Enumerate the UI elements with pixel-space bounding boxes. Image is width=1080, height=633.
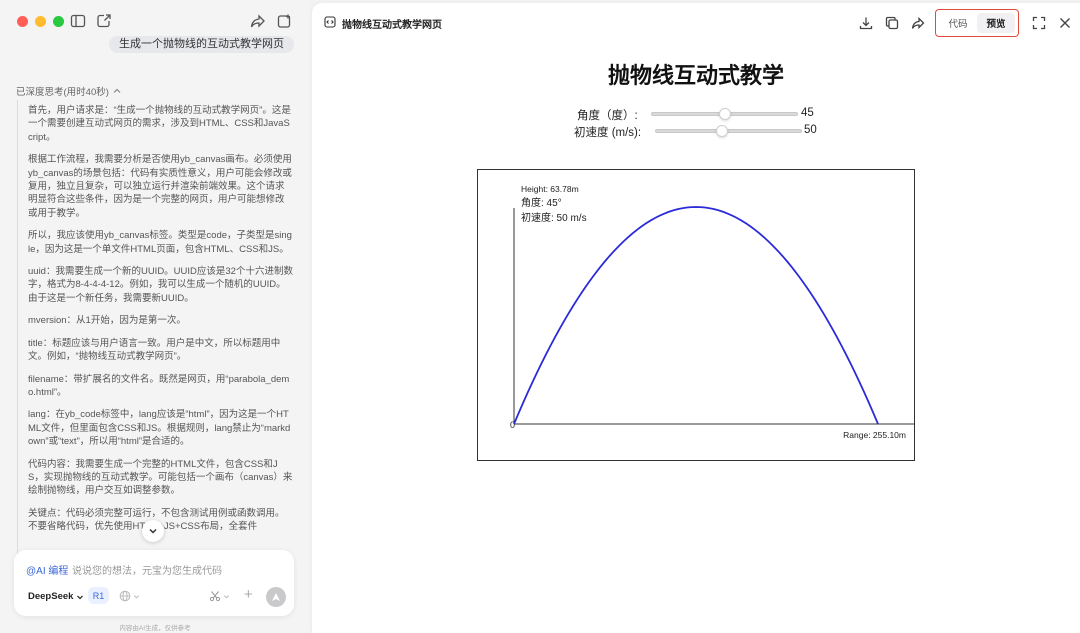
thinking-paragraph: title：标题应该与用户语言一致。用户是中文，所以标题用中文。例如，“抛物线互… xyxy=(28,337,281,363)
chevron-down-icon xyxy=(77,595,84,599)
page-title: 抛物线互动式教学 xyxy=(607,63,784,88)
chevron-up-icon xyxy=(113,88,121,93)
scissors-icon xyxy=(209,591,221,602)
model-name: DeepSeek xyxy=(28,591,74,602)
ai-coding-tag[interactable]: @AI 编程 xyxy=(26,562,68,577)
angle-readout: 角度: 45° xyxy=(521,196,562,209)
speed-control: 初速度 (m/s): 50 xyxy=(312,124,1080,139)
chevron-down-icon xyxy=(149,528,157,534)
preview-panel: 抛物线互动式教学网页 代码 预览 抛物线互动式教学 角度（度）: 45 初速度 … xyxy=(312,3,1080,633)
send-icon xyxy=(272,593,280,601)
user-message-bubble: 生成一个抛物线的互动式教学网页 xyxy=(109,36,294,53)
range-readout: Range: 255.10m xyxy=(843,430,906,440)
deep-think-toggle[interactable]: R1 xyxy=(88,587,109,604)
download-icon[interactable] xyxy=(859,16,873,30)
thinking-paragraph: 根据工作流程，我需要分析是否使用yb_canvas画布。必须使用yb_canva… xyxy=(28,154,292,219)
height-readout: Height: 63.78m xyxy=(521,184,579,194)
thinking-header-text: 已深度思考(用时40秒) xyxy=(16,87,109,98)
thinking-paragraph: lang：在yb_code标签中，lang应该是“html”，因为这是一个HTM… xyxy=(28,409,291,448)
angle-label: 角度（度）: xyxy=(577,110,638,122)
tab-preview[interactable]: 预览 xyxy=(977,13,1015,33)
user-message-text: 生成一个抛物线的互动式教学网页 xyxy=(119,38,284,50)
add-attachment-button[interactable]: + xyxy=(244,587,253,602)
trajectory-canvas: Height: 63.78m 角度: 45° 初速度: 50 m/s 0 Ran… xyxy=(477,169,915,461)
ai-disclaimer: 内容由AI生成，仅供参考 xyxy=(119,625,191,632)
window-controls xyxy=(17,16,64,27)
angle-slider-thumb[interactable] xyxy=(718,108,731,120)
share-icon[interactable] xyxy=(911,16,925,30)
minimize-window-button[interactable] xyxy=(35,16,46,27)
chat-panel: 生成一个抛物线的互动式教学网页 已深度思考(用时40秒) 首先，用户请求是：“生… xyxy=(0,0,310,633)
web-search-toggle[interactable] xyxy=(119,590,140,602)
chevron-down-icon xyxy=(223,594,230,599)
view-mode-tabs: 代码 预览 xyxy=(935,9,1019,37)
send-button[interactable] xyxy=(266,587,286,607)
speed-slider[interactable] xyxy=(655,125,802,137)
message-input[interactable]: 说说您的想法，元宝为您生成代码 xyxy=(72,562,222,577)
speed-label: 初速度 (m/s): xyxy=(574,127,642,139)
thinking-paragraph: 首先，用户请求是：“生成一个抛物线的互动式教学网页”。这是一个需要创建互动式网页… xyxy=(28,105,291,143)
document-title: 抛物线互动式教学网页 xyxy=(342,20,442,31)
trajectory-plot: Height: 63.78m 角度: 45° 初速度: 50 m/s 0 Ran… xyxy=(510,184,914,440)
thinking-paragraph: filename：带扩展名的文件名。既然是网页，用“parabola_demo.… xyxy=(28,373,290,398)
copy-icon[interactable] xyxy=(885,16,899,30)
new-chat-icon[interactable] xyxy=(96,13,112,29)
thinking-toggle[interactable]: 已深度思考(用时40秒) xyxy=(16,84,121,98)
trajectory-curve xyxy=(513,206,879,425)
chevron-down-icon xyxy=(133,594,140,599)
thinking-content: 首先，用户请求是：“生成一个抛物线的互动式教学网页”。这是一个需要创建互动式网页… xyxy=(17,100,293,556)
thinking-paragraph: 所以，我应该使用yb_canvas标签。类型是code，子类型是single，因… xyxy=(28,230,292,255)
deep-think-label: R1 xyxy=(92,590,105,601)
share-icon[interactable] xyxy=(250,13,266,29)
close-window-button[interactable] xyxy=(17,16,28,27)
model-selector[interactable]: DeepSeek xyxy=(28,591,84,602)
thinking-paragraph: uuid：我需要生成一个新的UUID。UUID应该是32个十六进制数字，格式为8… xyxy=(28,266,293,304)
speed-readout: 初速度: 50 m/s xyxy=(521,211,587,224)
globe-icon xyxy=(119,590,131,602)
scroll-to-bottom-button[interactable] xyxy=(142,520,164,542)
thinking-paragraph: 代码内容：我需要生成一个完整的HTML文件，包含CSS和JS，实现抛物线的互动式… xyxy=(28,458,293,497)
new-window-icon[interactable] xyxy=(277,13,293,29)
sidebar-icon[interactable] xyxy=(70,13,86,29)
angle-slider[interactable] xyxy=(651,108,798,120)
angle-value: 45 xyxy=(801,107,814,119)
code-document-icon xyxy=(324,16,336,28)
close-icon[interactable] xyxy=(1058,16,1072,30)
preview-header: 抛物线互动式教学网页 代码 预览 xyxy=(312,3,1080,41)
tab-code[interactable]: 代码 xyxy=(939,13,977,33)
speed-slider-thumb[interactable] xyxy=(715,125,728,137)
speed-value: 50 xyxy=(804,124,817,136)
thinking-paragraph: mversion：从1开始，因为是第一次。 xyxy=(28,315,186,327)
message-composer: @AI 编程 说说您的想法，元宝为您生成代码 DeepSeek R1 + xyxy=(14,550,294,616)
screenshot-tool[interactable] xyxy=(209,590,230,602)
angle-control: 角度（度）: 45 xyxy=(312,107,1080,122)
fullscreen-icon[interactable] xyxy=(1032,16,1046,30)
zoom-window-button[interactable] xyxy=(53,16,64,27)
